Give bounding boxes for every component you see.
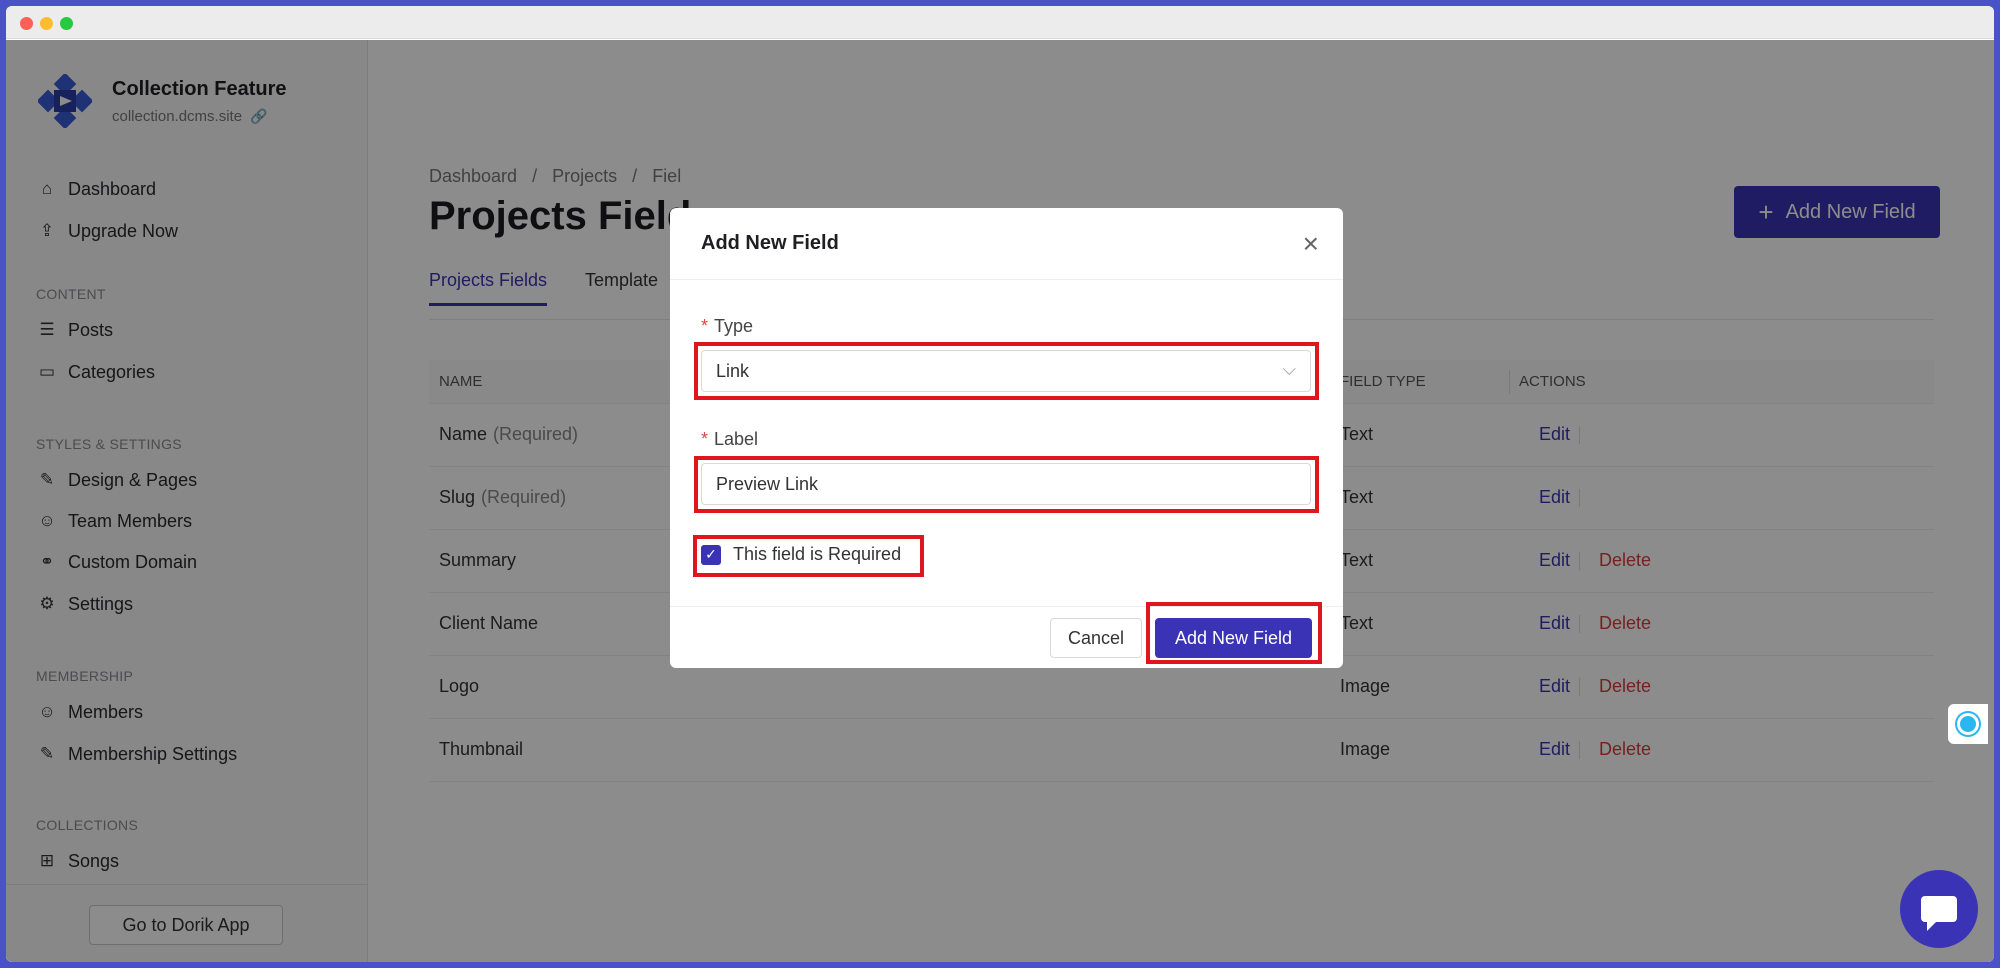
highlight-submit xyxy=(1146,602,1322,664)
maximize-window-dot[interactable] xyxy=(60,17,73,30)
app: Collection Feature collection.dcms.site 🔗… xyxy=(6,40,1994,962)
highlight-type xyxy=(694,342,1319,400)
required-marker: * xyxy=(701,316,709,336)
close-icon[interactable]: × xyxy=(1303,228,1319,260)
browser-window: Collection Feature collection.dcms.site 🔗… xyxy=(6,6,1994,962)
modal-header: Add New Field × xyxy=(670,208,1343,280)
highlight-label xyxy=(694,456,1319,513)
label-label: * Label xyxy=(701,429,758,450)
chat-button[interactable] xyxy=(1900,870,1978,948)
title-bar xyxy=(6,6,1994,39)
type-label-text: Type xyxy=(714,316,754,336)
close-window-dot[interactable] xyxy=(20,17,33,30)
widget-icon xyxy=(1957,713,1979,735)
add-field-modal: Add New Field × * Type Link ⌵ * Label Prev… xyxy=(670,208,1343,668)
required-marker: * xyxy=(701,429,709,449)
chat-icon xyxy=(1921,896,1957,931)
cancel-button[interactable]: Cancel xyxy=(1050,618,1142,658)
modal-title: Add New Field xyxy=(701,232,839,254)
type-label: * Type xyxy=(701,316,753,337)
label-label-text: Label xyxy=(714,429,759,449)
minimize-window-dot[interactable] xyxy=(40,17,53,30)
highlight-required xyxy=(693,535,924,577)
side-widget[interactable] xyxy=(1948,704,1988,744)
